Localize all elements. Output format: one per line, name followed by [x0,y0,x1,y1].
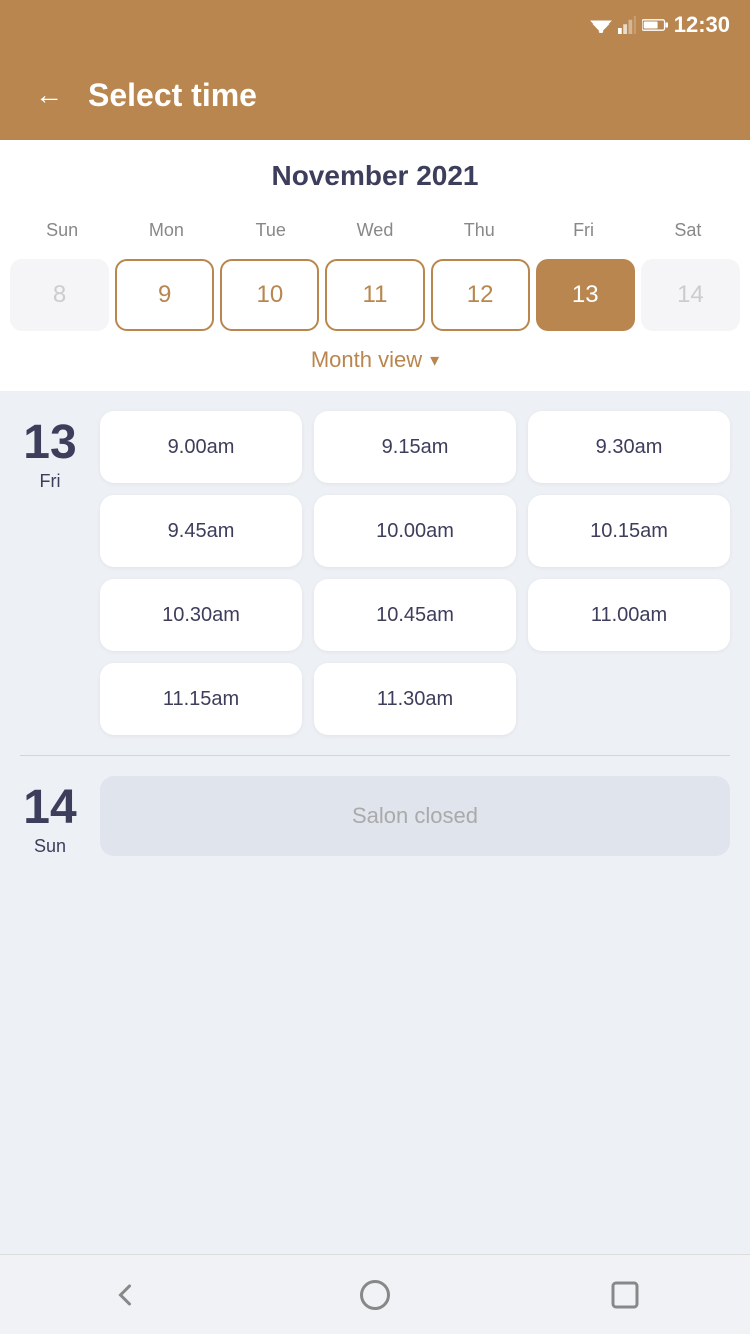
day-cell-11[interactable]: 11 [325,259,424,331]
time-slot-1000am[interactable]: 10.00am [314,495,516,567]
time-slot-945am[interactable]: 9.45am [100,495,302,567]
month-year-title: November 2021 [0,160,750,192]
nav-home-icon [357,1277,393,1313]
time-slots-grid-13: 9.00am 9.15am 9.30am 9.45am 10.00am 10.1… [100,411,730,735]
month-view-label: Month view [311,347,422,373]
calendar-section: November 2021 Sun Mon Tue Wed Thu Fri Sa… [0,140,750,391]
day-number-14: 14 [23,784,76,832]
day-cell-8[interactable]: 8 [10,259,109,331]
day-cell-14[interactable]: 14 [641,259,740,331]
wifi-icon [590,17,612,33]
status-icons: 12:30 [590,12,730,38]
page-title: Select time [88,77,257,114]
nav-recent-button[interactable] [607,1277,643,1313]
time-slot-1015am[interactable]: 10.15am [528,495,730,567]
signal-icon [618,16,636,34]
time-section: 13 Fri 9.00am 9.15am 9.30am 9.45am 10.00… [0,391,750,1254]
day-label-13: 13 Fri [20,411,80,735]
battery-icon [642,17,668,33]
chevron-down-icon: ▾ [430,350,439,371]
nav-back-button[interactable] [107,1277,143,1313]
time-slot-1100am[interactable]: 11.00am [528,579,730,651]
day-header-sun: Sun [10,212,114,249]
time-slot-1115am[interactable]: 11.15am [100,663,302,735]
day-cell-10[interactable]: 10 [220,259,319,331]
day-block-13: 13 Fri 9.00am 9.15am 9.30am 9.45am 10.00… [20,411,730,735]
section-divider [20,755,730,756]
day-cell-12[interactable]: 12 [431,259,530,331]
time-slot-1030am[interactable]: 10.30am [100,579,302,651]
day-header-tue: Tue [219,212,323,249]
time-slot-900am[interactable]: 9.00am [100,411,302,483]
salon-closed-box: Salon closed [100,776,730,856]
status-time: 12:30 [674,12,730,38]
week-row: 8 9 10 11 12 13 14 [10,259,740,331]
day-label-14: 14 Sun [20,776,80,857]
time-slot-1045am[interactable]: 10.45am [314,579,516,651]
day-cell-9[interactable]: 9 [115,259,214,331]
nav-home-button[interactable] [357,1277,393,1313]
day-header-mon: Mon [114,212,218,249]
nav-bar [0,1254,750,1334]
day-header-fri: Fri [531,212,635,249]
day-header-sat: Sat [636,212,740,249]
day-block-14: 14 Sun Salon closed [20,776,730,857]
month-view-toggle[interactable]: Month view ▾ [0,331,750,391]
day-cell-13[interactable]: 13 [536,259,635,331]
day-number-13: 13 [23,419,76,467]
header: ← Select time [0,50,750,140]
time-slot-1130am[interactable]: 11.30am [314,663,516,735]
day-name-13: Fri [40,471,61,492]
day-headers: Sun Mon Tue Wed Thu Fri Sat [10,212,740,249]
nav-recent-icon [607,1277,643,1313]
time-slot-930am[interactable]: 9.30am [528,411,730,483]
status-bar: 12:30 [0,0,750,50]
day-header-thu: Thu [427,212,531,249]
nav-back-icon [107,1277,143,1313]
back-button[interactable]: ← [30,74,68,116]
day-name-14: Sun [34,836,66,857]
day-header-wed: Wed [323,212,427,249]
salon-closed-label: Salon closed [352,803,478,829]
time-slot-915am[interactable]: 9.15am [314,411,516,483]
